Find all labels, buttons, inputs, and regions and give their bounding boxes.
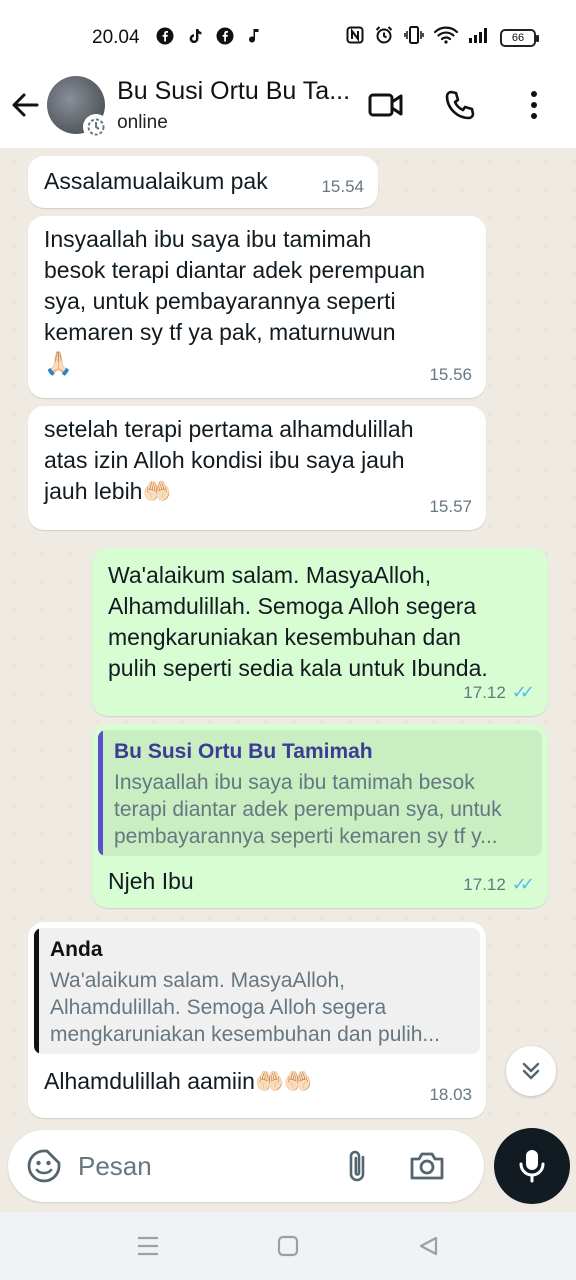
nfc-icon xyxy=(346,26,364,50)
scroll-to-bottom-button[interactable] xyxy=(506,1046,556,1096)
status-time: 20.04 xyxy=(92,27,140,48)
message-bubble-incoming[interactable]: setelah terapi pertama alhamdulillah ata… xyxy=(28,406,486,530)
message-input[interactable] xyxy=(78,1150,318,1182)
phone-icon xyxy=(445,90,475,120)
quote-author: Bu Susi Ortu Bu Tamimah xyxy=(114,740,373,763)
vibrate-icon xyxy=(404,25,424,51)
menu-lines-icon xyxy=(138,1236,158,1256)
double-check-icon: ✓✓ xyxy=(511,682,535,702)
video-camera-icon xyxy=(368,93,403,117)
square-icon xyxy=(277,1235,299,1257)
battery-level: 66 xyxy=(511,32,525,44)
more-options-button[interactable] xyxy=(510,81,558,129)
video-call-button[interactable] xyxy=(362,81,410,129)
message-bubble-outgoing[interactable]: Bu Susi Ortu Bu Tamimah Insyaallah ibu s… xyxy=(92,724,548,908)
chat-area[interactable]: Assalamualaikum pak 15.54 Insyaallah ibu… xyxy=(0,148,576,1128)
facebook-icon xyxy=(216,27,234,50)
message-text: Alhamdulillah aamiin🤲🏻🤲🏻 xyxy=(44,1068,313,1094)
alarm-icon xyxy=(374,25,394,51)
message-time: 15.56 xyxy=(429,365,472,384)
paperclip-icon xyxy=(349,1150,365,1182)
message-bubble-incoming[interactable]: Insyaallah ibu saya ibu tamimah besok te… xyxy=(28,216,486,398)
contact-name: Bu Susi Ortu Bu Ta... xyxy=(117,76,351,105)
camera-icon xyxy=(410,1152,444,1180)
music-note-icon xyxy=(246,27,264,50)
quoted-message[interactable]: Bu Susi Ortu Bu Tamimah Insyaallah ibu s… xyxy=(98,730,542,856)
message-text: Assalamualaikum pak xyxy=(44,168,268,194)
message-input-container xyxy=(8,1130,484,1202)
facebook-icon xyxy=(156,27,174,50)
sticker-smiley-icon xyxy=(27,1149,61,1183)
battery-icon: 66 xyxy=(500,29,539,47)
message-text: Wa'alaikum salam. MasyaAlloh, Alhamdulil… xyxy=(108,562,488,681)
wifi-icon xyxy=(433,26,459,50)
composer xyxy=(0,1128,576,1212)
more-vertical-icon xyxy=(531,91,537,119)
voice-call-button[interactable] xyxy=(436,81,484,129)
home-button[interactable] xyxy=(273,1231,303,1261)
message-time: 15.57 xyxy=(429,497,472,516)
chat-header: Bu Susi Ortu Bu Ta... online xyxy=(0,62,576,148)
message-text: setelah terapi pertama alhamdulillah ata… xyxy=(44,416,414,504)
message-time: 17.12 xyxy=(463,683,506,702)
contact-status: online xyxy=(117,111,168,133)
back-button[interactable] xyxy=(2,75,47,135)
message-time: 17.12 xyxy=(463,875,506,894)
disappearing-timer-icon xyxy=(83,114,110,140)
contact-info[interactable]: Bu Susi Ortu Bu Ta... online xyxy=(117,77,362,134)
microphone-icon xyxy=(519,1150,545,1183)
system-navigation-bar xyxy=(0,1212,576,1280)
quote-text: Insyaallah ibu saya ibu tamimah besok te… xyxy=(114,771,502,848)
triangle-left-icon xyxy=(419,1236,438,1256)
voice-message-button[interactable] xyxy=(494,1128,570,1204)
quoted-message[interactable]: Anda Wa'alaikum salam. MasyaAlloh, Alham… xyxy=(34,928,480,1054)
avatar[interactable] xyxy=(47,76,110,140)
back-nav-button[interactable] xyxy=(413,1231,443,1261)
quote-text: Wa'alaikum salam. MasyaAlloh, Alhamdulil… xyxy=(50,969,440,1046)
message-bubble-outgoing[interactable]: Wa'alaikum salam. MasyaAlloh, Alhamdulil… xyxy=(92,548,548,716)
double-chevron-down-icon xyxy=(522,1062,540,1080)
message-time: 15.54 xyxy=(321,177,364,196)
emoji-button[interactable] xyxy=(18,1140,70,1192)
double-check-icon: ✓✓ xyxy=(511,874,535,894)
arrow-left-icon xyxy=(12,93,39,117)
camera-button[interactable] xyxy=(402,1141,452,1191)
recents-button[interactable] xyxy=(133,1231,163,1261)
signal-icon xyxy=(468,26,490,50)
tiktok-icon xyxy=(186,27,204,50)
message-bubble-incoming[interactable]: Anda Wa'alaikum salam. MasyaAlloh, Alham… xyxy=(28,922,486,1118)
quote-author: Anda xyxy=(50,938,103,961)
message-bubble-incoming[interactable]: Assalamualaikum pak 15.54 xyxy=(28,156,378,208)
message-time: 18.03 xyxy=(429,1085,472,1104)
message-text: Insyaallah ibu saya ibu tamimah besok te… xyxy=(44,226,426,376)
attach-button[interactable] xyxy=(334,1141,380,1191)
